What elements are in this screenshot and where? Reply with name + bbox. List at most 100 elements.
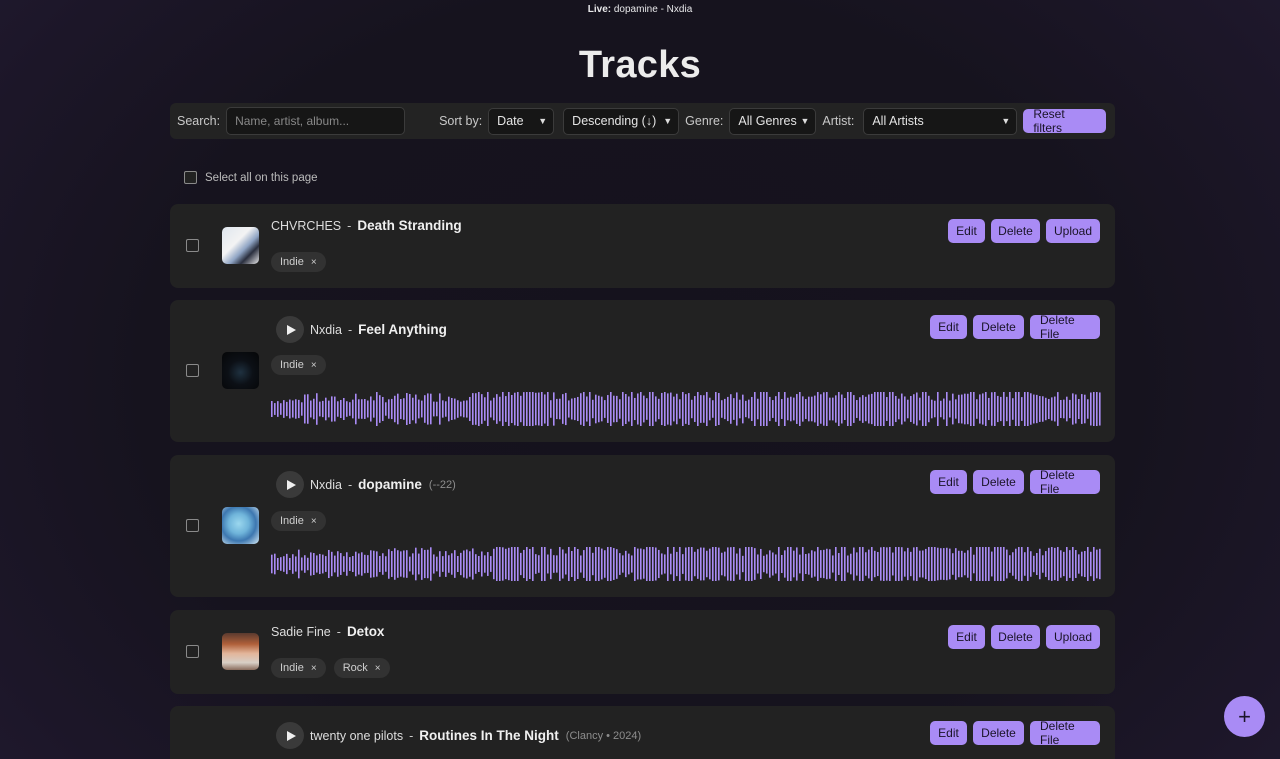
artist-select[interactable]: All Artists ▼: [863, 107, 1018, 135]
waveform-bar: [700, 547, 702, 581]
delete-button[interactable]: Delete: [973, 315, 1024, 339]
waveform-bar: [865, 552, 867, 576]
waveform-bar: [580, 555, 582, 573]
waveform-bar: [1093, 547, 1095, 581]
waveform-bar: [616, 549, 618, 579]
delete-file-button[interactable]: Delete File: [1030, 719, 1100, 747]
sort-select[interactable]: Date ▼: [488, 107, 555, 135]
waveform-bar: [619, 399, 621, 419]
waveform-bar: [796, 547, 798, 581]
waveform-bar: [739, 548, 741, 580]
order-select[interactable]: Descending (↓) ▼: [563, 107, 680, 135]
select-all[interactable]: Select all on this page: [184, 171, 318, 184]
waveform-bar: [922, 550, 924, 578]
sort-label: Sort by:: [439, 114, 483, 128]
search-input[interactable]: [226, 107, 406, 135]
track-checkbox[interactable]: [186, 519, 199, 532]
track-checkbox[interactable]: [186, 239, 199, 252]
waveform-bar: [928, 547, 930, 581]
track-checkbox[interactable]: [186, 645, 199, 658]
waveform-bar: [532, 392, 534, 426]
delete-button[interactable]: Delete: [991, 219, 1040, 243]
track-artist: twenty one pilots: [310, 728, 404, 743]
play-button[interactable]: [276, 471, 304, 498]
track-card: Nxdia - dopamine (--22) Indie × Edit Dele…: [170, 455, 1115, 597]
waveform-bar: [1063, 399, 1065, 419]
waveform-bar: [457, 400, 459, 418]
waveform-bar: [934, 400, 936, 418]
waveform-bar: [820, 394, 822, 424]
add-track-button[interactable]: +: [1224, 696, 1265, 737]
edit-button[interactable]: Edit: [930, 470, 967, 494]
waveform-bar: [664, 554, 666, 574]
waveform-bar: [769, 550, 771, 578]
edit-button[interactable]: Edit: [930, 315, 967, 339]
waveform-bar: [484, 397, 486, 421]
remove-tag-icon[interactable]: ×: [311, 360, 317, 371]
upload-button[interactable]: Upload: [1046, 219, 1100, 243]
waveform-bar: [805, 553, 807, 575]
waveform-bar: [568, 547, 570, 581]
waveform-bar: [907, 399, 909, 419]
delete-button[interactable]: Delete: [973, 470, 1024, 494]
play-button[interactable]: [276, 722, 304, 749]
waveform-bar: [859, 547, 861, 581]
waveform-bar: [631, 392, 633, 426]
waveform-bar: [793, 550, 795, 578]
waveform-bar: [703, 547, 705, 581]
waveform[interactable]: [271, 546, 1101, 582]
waveform-bar: [445, 551, 447, 577]
waveform-bar: [688, 547, 690, 581]
waveform-bar: [871, 393, 873, 425]
waveform-bar: [1072, 547, 1074, 581]
track-checkbox[interactable]: [186, 364, 199, 377]
remove-tag-icon[interactable]: ×: [311, 663, 317, 674]
track-title: Death Stranding: [357, 218, 462, 233]
edit-button[interactable]: Edit: [948, 219, 985, 243]
waveform-bar: [910, 396, 912, 422]
remove-tag-icon[interactable]: ×: [375, 663, 381, 674]
delete-button[interactable]: Delete: [991, 625, 1040, 649]
remove-tag-icon[interactable]: ×: [311, 257, 317, 268]
waveform-bar: [946, 547, 948, 581]
genre-tag-label: Rock: [342, 662, 368, 674]
edit-button[interactable]: Edit: [930, 721, 967, 745]
waveform-bar: [679, 399, 681, 419]
track-card: twenty one pilots - Routines In The Nigh…: [170, 706, 1115, 759]
waveform-bar: [391, 398, 393, 420]
delete-file-button[interactable]: Delete File: [1030, 313, 1100, 341]
waveform-bar: [823, 549, 825, 579]
waveform-bar: [862, 395, 864, 423]
waveform-bar: [586, 547, 588, 581]
delete-file-button[interactable]: Delete File: [1030, 468, 1100, 496]
select-all-checkbox[interactable]: [184, 171, 197, 184]
waveform-bar: [481, 551, 483, 577]
track-card: CHVRCHES - Death Stranding Indie × Edit D…: [170, 204, 1115, 288]
waveform-bar: [952, 393, 954, 425]
waveform[interactable]: [271, 391, 1101, 427]
waveform-bar: [862, 547, 864, 581]
album-art: [222, 633, 259, 670]
reset-filters-button[interactable]: Reset filters: [1023, 107, 1107, 135]
play-button[interactable]: [276, 316, 304, 343]
waveform-bar: [859, 397, 861, 421]
filter-bar: Search: Sort by: Date ▼ Descending (↓) ▼…: [170, 103, 1115, 139]
waveform-bar: [982, 547, 984, 581]
delete-button[interactable]: Delete: [973, 721, 1024, 745]
edit-button[interactable]: Edit: [948, 625, 985, 649]
waveform-bar: [865, 396, 867, 422]
track-artist: Sadie Fine: [271, 624, 331, 639]
remove-tag-icon[interactable]: ×: [311, 516, 317, 527]
waveform-bar: [421, 400, 423, 418]
genre-select[interactable]: All Genres ▼: [729, 107, 817, 135]
waveform-bar: [1072, 393, 1074, 425]
waveform-bar: [1099, 392, 1101, 426]
waveform-bar: [886, 547, 888, 581]
upload-button[interactable]: Upload: [1046, 625, 1100, 649]
waveform-bar: [436, 401, 438, 417]
waveform-bar: [703, 395, 705, 423]
waveform-bar: [595, 394, 597, 424]
waveform-bar: [766, 392, 768, 426]
waveform-bar: [796, 394, 798, 424]
waveform-bar: [1015, 548, 1017, 580]
